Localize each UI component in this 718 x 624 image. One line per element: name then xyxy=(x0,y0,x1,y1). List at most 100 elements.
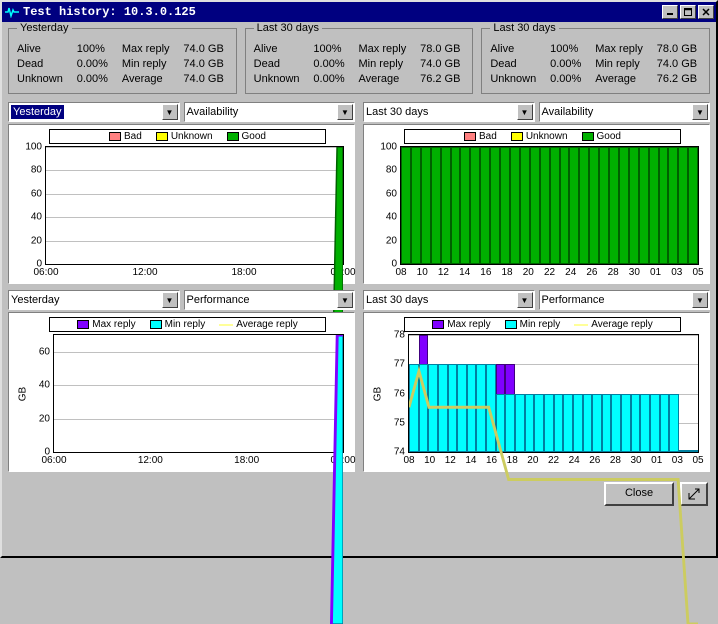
chart-legend: BadUnknownGood xyxy=(404,129,681,144)
bar xyxy=(500,147,510,264)
stats-cell: 0.00% xyxy=(77,73,112,85)
y-tick: 60 xyxy=(18,188,42,199)
range-select[interactable]: Last 30 days▼ xyxy=(363,290,535,310)
stats-cell: Min reply xyxy=(359,58,411,70)
stats-cell: 100% xyxy=(313,43,348,55)
legend-item: Unknown xyxy=(511,131,568,142)
stats-cell: 100% xyxy=(550,43,585,55)
group-legend: Last 30 days xyxy=(490,22,558,34)
stats-cell: 0.00% xyxy=(77,58,112,70)
bar xyxy=(520,147,530,264)
bar xyxy=(639,147,649,264)
chevron-down-icon[interactable]: ▼ xyxy=(337,104,353,120)
x-tick: 08 xyxy=(395,267,406,278)
y-tick: 60 xyxy=(373,188,397,199)
stats-cell: Dead xyxy=(254,58,304,70)
plot-area: GB74757677780810121416182022242628300103… xyxy=(408,334,699,453)
bar xyxy=(629,147,639,264)
legend-swatch xyxy=(109,132,121,141)
chevron-down-icon[interactable]: ▼ xyxy=(517,292,533,308)
legend-label: Average reply xyxy=(236,319,298,330)
legend-item: Bad xyxy=(464,131,497,142)
legend-swatch xyxy=(511,132,523,141)
combo-text: Availability xyxy=(187,106,239,118)
range-select[interactable]: Last 30 days▼ xyxy=(363,102,535,122)
metric-select[interactable]: Availability ▼ xyxy=(184,102,356,122)
bar xyxy=(589,147,599,264)
bar xyxy=(460,147,470,264)
plot-area: 02040608010006:0012:0018:0000:00 xyxy=(45,146,344,265)
legend-swatch xyxy=(77,320,89,329)
stats-group: Last 30 daysAlive100%Max reply78.0 GBDea… xyxy=(481,28,710,94)
x-tick: 12 xyxy=(438,267,449,278)
chevron-down-icon[interactable]: ▼ xyxy=(162,292,178,308)
legend-label: Max reply xyxy=(92,319,135,330)
combo-text: Availability xyxy=(542,106,594,118)
x-tick: 30 xyxy=(629,267,640,278)
y-tick: 100 xyxy=(373,142,397,153)
legend-swatch xyxy=(582,132,594,141)
stats-cell: 0.00% xyxy=(550,58,585,70)
chart-box: Max replyMin replyAverage replyGB7475767… xyxy=(363,312,710,472)
y-tick: 77 xyxy=(381,359,405,370)
minimize-button[interactable] xyxy=(662,5,678,19)
chevron-down-icon[interactable]: ▼ xyxy=(517,104,533,120)
legend-label: Unknown xyxy=(171,131,213,142)
stats-cell: 76.2 GB xyxy=(657,73,701,85)
legend-swatch xyxy=(432,320,444,329)
legend-swatch xyxy=(227,132,239,141)
chevron-down-icon[interactable]: ▼ xyxy=(692,104,708,120)
stats-cell: 78.0 GB xyxy=(657,43,701,55)
stats-cell: Average xyxy=(359,73,411,85)
x-tick: 14 xyxy=(459,267,470,278)
x-tick: 03 xyxy=(671,267,682,278)
legend-item: Good xyxy=(227,131,266,142)
legend-swatch xyxy=(219,324,233,326)
combo-text: Yesterday xyxy=(11,105,64,119)
y-tick: 60 xyxy=(26,346,50,357)
chevron-down-icon[interactable]: ▼ xyxy=(692,292,708,308)
stats-cell: Dead xyxy=(17,58,67,70)
metric-select[interactable]: Availability ▼ xyxy=(539,102,711,122)
range-select[interactable]: Yesterday ▼ xyxy=(8,102,180,122)
bar xyxy=(688,147,698,264)
legend-label: Bad xyxy=(479,131,497,142)
stats-group: Last 30 daysAlive100%Max reply78.0 GBDea… xyxy=(245,28,474,94)
bar xyxy=(678,147,688,264)
stats-cell: Alive xyxy=(17,43,67,55)
bar xyxy=(560,147,570,264)
metric-select[interactable]: Performance ▼ xyxy=(184,290,356,310)
legend-label: Average reply xyxy=(591,319,653,330)
bar xyxy=(431,147,441,264)
combo-text: Performance xyxy=(187,294,250,306)
close-button[interactable] xyxy=(698,5,714,19)
y-tick: 20 xyxy=(18,235,42,246)
y-tick: 74 xyxy=(381,447,405,458)
range-select[interactable]: Yesterday▼ xyxy=(8,290,180,310)
legend-item: Average reply xyxy=(219,319,298,330)
y-tick: 75 xyxy=(381,417,405,428)
bar xyxy=(550,147,560,264)
x-tick: 20 xyxy=(523,267,534,278)
y-tick: 20 xyxy=(373,235,397,246)
stats-cell: Max reply xyxy=(122,43,174,55)
maximize-button[interactable] xyxy=(680,5,696,19)
stats-cell: 76.2 GB xyxy=(420,73,464,85)
chevron-down-icon[interactable]: ▼ xyxy=(337,292,353,308)
group-legend: Last 30 days xyxy=(254,22,322,34)
legend-item: Bad xyxy=(109,131,142,142)
bar xyxy=(401,147,411,264)
chevron-down-icon[interactable]: ▼ xyxy=(162,104,178,120)
y-tick: 0 xyxy=(373,259,397,270)
stats-cell: Max reply xyxy=(359,43,411,55)
stats-cell: Unknown xyxy=(254,73,304,85)
stats-cell: 74.0 GB xyxy=(420,58,464,70)
stats-cell: 0.00% xyxy=(313,73,348,85)
bar xyxy=(609,147,619,264)
stats-cell: Unknown xyxy=(490,73,540,85)
x-tick: 18 xyxy=(502,267,513,278)
chart-box: Max replyMin replyAverage replyGB0204060… xyxy=(8,312,355,472)
metric-select[interactable]: Performance▼ xyxy=(539,290,711,310)
stats-cell: 74.0 GB xyxy=(183,73,227,85)
bar xyxy=(579,147,589,264)
